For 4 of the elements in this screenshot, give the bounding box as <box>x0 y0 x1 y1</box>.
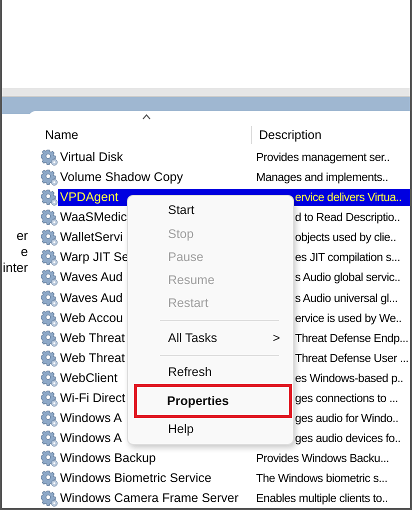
panel-text: inter <box>2 260 28 276</box>
panel-text: er <box>15 228 28 244</box>
panel-text: e <box>20 244 28 260</box>
submenu-arrow-icon: > <box>272 328 280 348</box>
